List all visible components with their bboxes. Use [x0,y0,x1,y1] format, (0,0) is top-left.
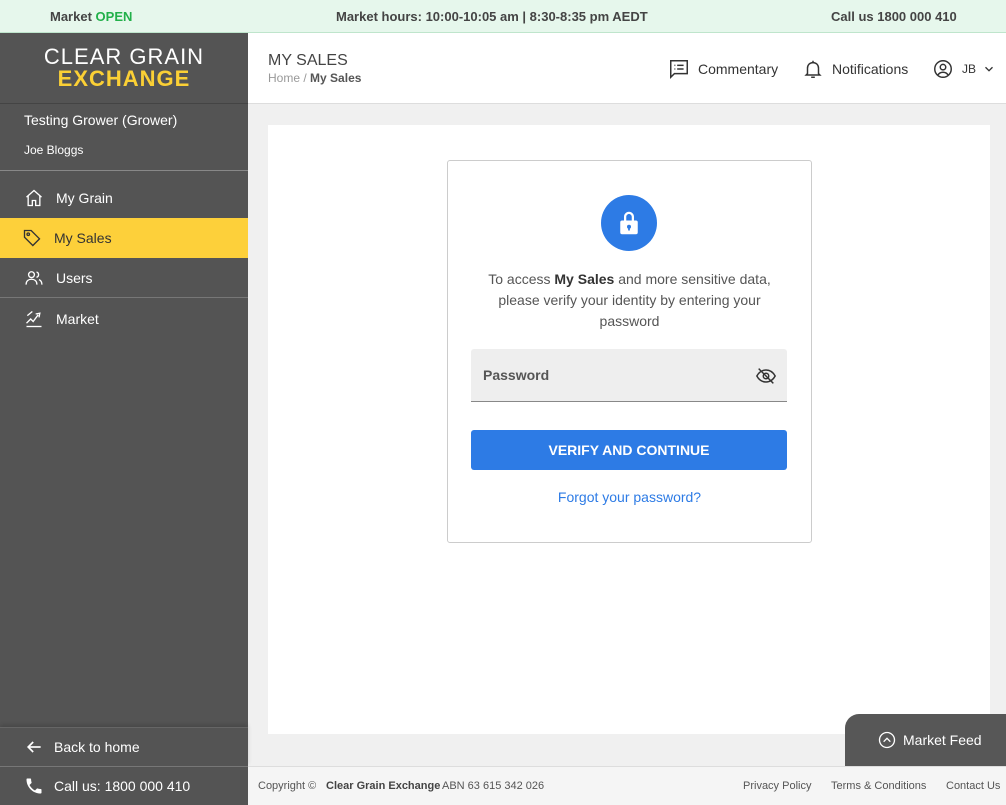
sidebar-item-market[interactable]: Market [0,298,248,340]
sidebar-item-label: Users [56,269,93,286]
footer-company: Clear Grain Exchange [326,780,441,792]
sidebar-item-label: Market [56,311,99,327]
notifications-label: Notifications [832,61,909,77]
user-menu[interactable]: JB [932,58,996,80]
chevron-down-icon [985,66,993,72]
lock-icon [601,195,657,251]
password-input[interactable] [471,349,787,401]
users-icon [25,270,43,285]
phone-icon [26,778,42,794]
logo-line-1: CLEAR GRAIN [43,44,205,69]
password-field[interactable] [471,349,787,402]
footer-copyright: Copyright © [258,780,317,792]
sidebar: CLEAR GRAIN EXCHANGE Testing Grower (Gro… [0,33,248,805]
organisation-name: Testing Grower (Grower) [24,112,178,128]
logo[interactable]: CLEAR GRAIN EXCHANGE [0,33,248,104]
verify-message: To access My Sales and more sensitive da… [488,271,771,329]
sidebar-call-us[interactable]: Call us: 1800 000 410 [0,766,248,805]
sidebar-call-label: Call us: 1800 000 410 [54,778,191,794]
market-feed-button[interactable]: Market Feed [845,714,1006,766]
top-call-us[interactable]: Call us 1800 000 410 [831,9,957,24]
sidebar-item-my-grain[interactable]: My Grain [0,178,248,218]
contact-us-link[interactable]: Contact Us [946,780,1000,792]
chevron-up-circle-icon [878,731,896,749]
user-info: Testing Grower (Grower) Joe Bloggs [0,104,248,171]
commentary-icon [670,60,688,80]
verify-identity-card: To access My Sales and more sensitive da… [447,160,812,543]
market-status-bar: Market OPEN Market hours: 10:00-10:05 am… [0,0,1006,33]
bell-icon [804,60,822,78]
main-content: To access My Sales and more sensitive da… [268,125,990,734]
commentary-button[interactable]: Commentary [668,58,778,80]
breadcrumb-home[interactable]: Home [268,71,300,85]
breadcrumb-separator: / [303,71,307,85]
privacy-policy-link[interactable]: Privacy Policy [743,780,811,792]
footer: Copyright © Clear Grain Exchange ABN 63 … [248,766,1006,805]
sidebar-item-users[interactable]: Users [0,258,248,298]
page-title: MY SALES [268,52,348,69]
notifications-button[interactable]: Notifications [802,58,908,80]
market-label: Market [50,8,92,24]
footer-abn: ABN 63 615 342 026 [442,780,545,792]
commentary-label: Commentary [698,61,779,77]
market-feed-label: Market Feed [903,732,982,748]
forgot-password-link[interactable]: Forgot your password? [448,489,811,505]
logo-line-2: EXCHANGE [57,66,191,91]
breadcrumb: Home / My Sales [268,71,361,85]
arrow-left-icon [26,741,41,753]
back-to-home-link[interactable]: Back to home [0,727,248,766]
visibility-off-icon[interactable] [755,365,777,387]
verify-and-continue-button[interactable]: VERIFY AND CONTINUE [471,430,787,470]
market-open-badge: OPEN [95,8,133,24]
sidebar-item-label: My Grain [56,190,113,206]
sidebar-item-label: My Sales [54,230,112,246]
sidebar-item-my-sales[interactable]: My Sales [0,218,248,258]
breadcrumb-current: My Sales [310,71,362,85]
market-hours: Market hours: 10:00-10:05 am | 8:30-8:35… [336,8,648,24]
page-header: MY SALES Home / My Sales Commentary Noti… [248,33,1006,104]
user-name: Joe Bloggs [24,143,84,157]
back-to-home-label: Back to home [54,739,140,755]
market-icon [26,310,42,328]
tag-icon [23,229,41,247]
terms-link[interactable]: Terms & Conditions [831,780,926,792]
user-initials: JB [962,62,977,76]
home-icon [26,189,42,207]
account-circle-icon [934,60,952,78]
market-status: Market OPEN [50,9,132,24]
